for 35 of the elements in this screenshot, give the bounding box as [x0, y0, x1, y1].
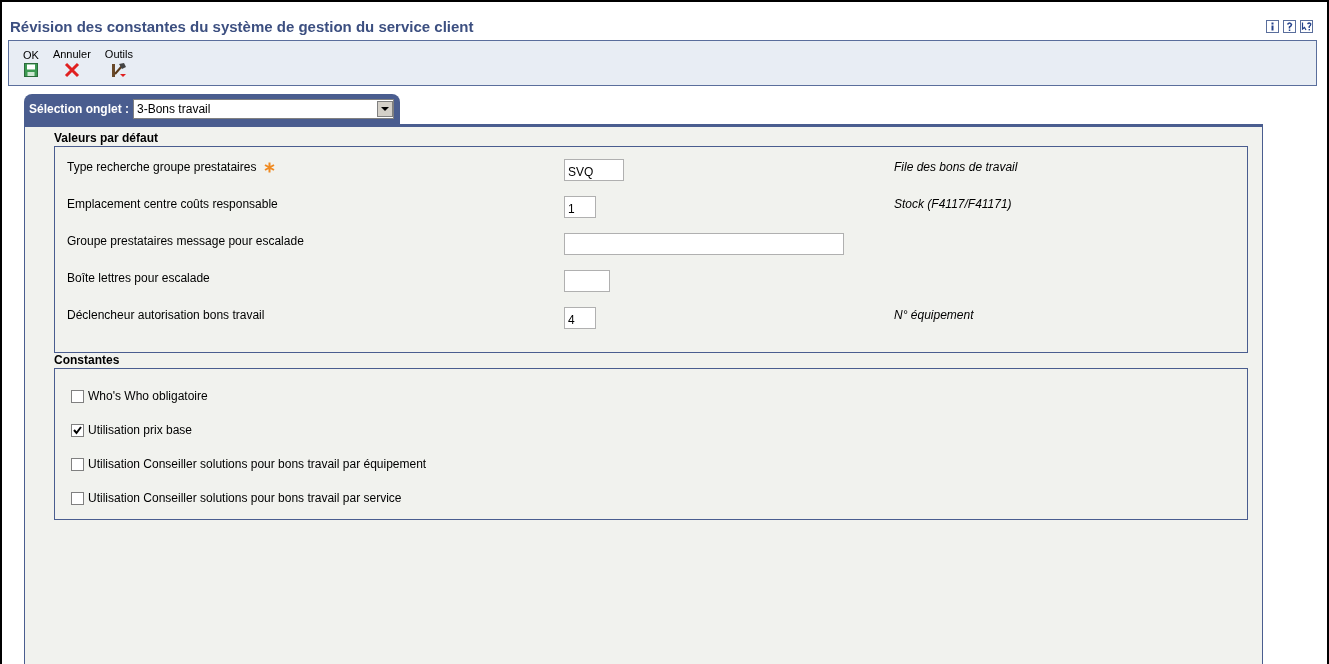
- field-description: N° équipement: [894, 307, 974, 322]
- asterisk-icon: [264, 161, 276, 173]
- input-field[interactable]: [564, 270, 610, 292]
- field-label: Type recherche groupe prestataires: [67, 160, 257, 174]
- help-icon[interactable]: [1283, 19, 1296, 33]
- field-label: Boîte lettres pour escalade: [67, 271, 210, 285]
- hammer-icon: [110, 62, 127, 78]
- cancel-button[interactable]: Annuler: [52, 48, 91, 78]
- context-help-icon[interactable]: [1300, 19, 1313, 33]
- input-field[interactable]: 1: [564, 196, 596, 218]
- checkbox[interactable]: [71, 491, 84, 505]
- field-label: Groupe prestataires message pour escalade: [67, 234, 304, 248]
- window-title: Révision des constantes du système de gestion du service client: [10, 17, 474, 35]
- checkbox-label: Utilisation Conseiller solutions pour bons travail par service: [88, 491, 402, 505]
- checkbox-label: Who's Who obligatoire: [88, 389, 208, 403]
- checkbox[interactable]: [71, 457, 84, 471]
- field-label: Emplacement centre coûts responsable: [67, 197, 278, 211]
- checkbox-label: Utilisation prix base: [88, 423, 193, 437]
- checkbox[interactable]: [71, 423, 84, 437]
- tab-selector-label: Sélection onglet :: [29, 102, 129, 116]
- checkbox-label: Utilisation Conseiller solutions pour bons travail par équipement: [88, 457, 427, 471]
- section-title: Constantes: [54, 353, 121, 368]
- input-field[interactable]: [564, 233, 844, 255]
- info-icon[interactable]: [1266, 19, 1279, 33]
- input-field[interactable]: 4: [564, 307, 596, 329]
- section-title: Valeurs par défaut: [54, 131, 160, 146]
- checkbox[interactable]: [71, 389, 84, 403]
- tools-button[interactable]: Outils: [104, 48, 133, 78]
- field-description: Stock (F4117/F41171): [894, 196, 1012, 211]
- input-field[interactable]: SVQ: [564, 159, 624, 181]
- tab-dropdown[interactable]: 3-Bons travail: [133, 99, 394, 119]
- field-label: Déclencheur autorisation bons travail: [67, 308, 265, 322]
- cross-icon: [63, 62, 80, 78]
- save-button[interactable]: OK: [23, 49, 39, 77]
- field-description: File des bons de travail: [894, 159, 1018, 174]
